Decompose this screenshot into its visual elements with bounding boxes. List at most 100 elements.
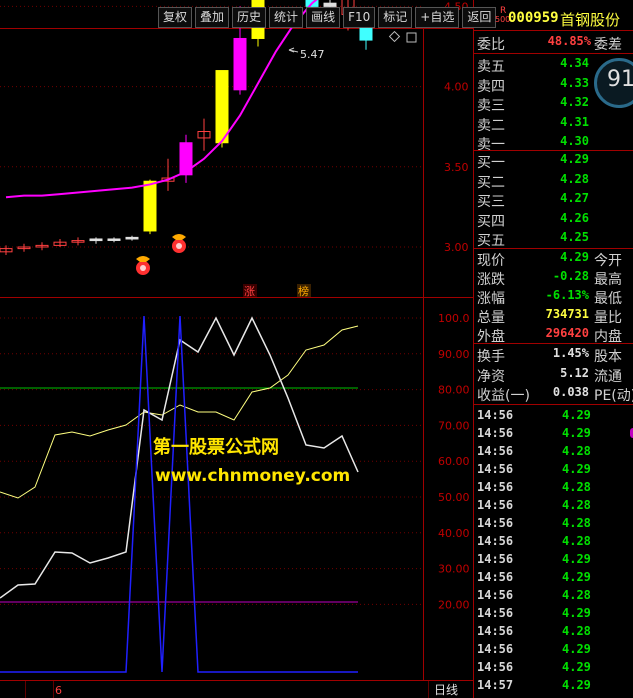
indicator-axis: 100.0 90.00 80.00 70.00 60.00 50.00 40.00 30.00…: [438, 312, 470, 611]
quote-panel: R 500 000959 首钢股份 委比 48.85% 委差 卖五 4.34 卖四 4…: [474, 0, 633, 698]
buy-level-row: 买一 4.29: [474, 152, 633, 171]
tick-price: 4.28: [562, 498, 591, 512]
indicator-tick-label: 40.00: [438, 527, 470, 540]
stat-row: 涨幅 -6.13% 最低: [474, 288, 633, 307]
sell-level-value: 4.32: [560, 95, 589, 109]
fuquan-button[interactable]: 复权: [158, 7, 193, 28]
buy-level-label: 买三: [477, 194, 505, 210]
stat2-label2: 股本: [594, 349, 622, 365]
tick-price: 4.29: [562, 408, 591, 422]
indicator-tick-label: 60.00: [438, 455, 470, 468]
sell-level-row: 卖二 4.31: [474, 115, 633, 134]
tick-price: 4.29: [562, 552, 591, 566]
buy-level-value: 4.29: [560, 152, 589, 166]
weibi-value: 48.85%: [547, 34, 591, 48]
draw-line-button[interactable]: 画线: [306, 7, 341, 28]
history-button[interactable]: 历史: [232, 7, 267, 28]
tick-price: 4.28: [562, 534, 591, 548]
add-watchlist-button[interactable]: +自选: [415, 7, 460, 28]
tick-time: 14:56: [477, 588, 514, 602]
sell-level-label: 卖五: [477, 59, 505, 75]
high-price-label: 5.47: [300, 48, 325, 61]
price-tick-label: 4.00: [444, 81, 469, 94]
sell-level-label: 卖一: [477, 137, 505, 153]
candle: [125, 235, 139, 241]
window-icon[interactable]: [406, 32, 417, 43]
tick-row: 14:56 4.28: [474, 588, 633, 606]
candle: [71, 237, 85, 246]
date-marker: 6: [55, 684, 62, 697]
tick-time: 14:56: [477, 426, 514, 440]
score-value: 91: [607, 67, 633, 92]
sell-level-label: 卖四: [477, 78, 505, 95]
watermark-url: www.chnmoney.com: [155, 466, 351, 486]
stat-label2: 最高: [594, 272, 622, 288]
tick-row: 14:56 4.28: [474, 516, 633, 534]
tick-time: 14:56: [477, 462, 514, 476]
candle: [53, 238, 67, 247]
candle: [161, 158, 175, 191]
overlay-button[interactable]: 叠加: [195, 7, 230, 28]
statistics-button[interactable]: 统计: [269, 7, 304, 28]
stat-row: 总量 734731 量比: [474, 307, 633, 326]
mark-button[interactable]: 标记: [378, 7, 413, 28]
stat-value: 734731: [545, 307, 589, 321]
signal-icon: [172, 234, 186, 253]
candle: [179, 134, 193, 183]
stat2-label: 净资: [477, 368, 505, 385]
tick-row: 14:56 4.28: [474, 624, 633, 642]
tick-row: 14:56 4.29: [474, 570, 633, 588]
indicator-tick-label: 20.00: [438, 598, 470, 611]
diamond-icon[interactable]: [388, 30, 401, 43]
price-tick-label: 3.50: [444, 161, 469, 174]
stat-label: 涨幅: [477, 291, 505, 307]
stock-header: R 500 000959 首钢股份: [474, 6, 633, 30]
candlestick-series: [0, 0, 373, 256]
tick-row: 14:56 4.29: [474, 606, 633, 624]
tick-time: 14:56: [477, 660, 514, 674]
tick-price: 4.28: [562, 480, 591, 494]
sell-level-value: 4.30: [560, 134, 589, 148]
tick-row: 14:56 4.29: [474, 426, 633, 444]
indicator-tick-label: 70.00: [438, 419, 470, 432]
stat-row: 外盘 296420 内盘: [474, 326, 633, 345]
stock-name[interactable]: 首钢股份: [560, 9, 620, 30]
signal-icon: [136, 256, 150, 275]
candle: [89, 237, 103, 244]
tick-row: 14:56 4.28: [474, 534, 633, 552]
stat-value: -0.28: [552, 269, 589, 283]
tick-time: 14:56: [477, 624, 514, 638]
tick-row: 14:56 4.29: [474, 642, 633, 660]
list-tag: 榜: [298, 284, 309, 298]
buy-level-value: 4.28: [560, 171, 589, 186]
tick-price: 4.28: [562, 444, 591, 458]
tick-price: 4.29: [562, 660, 591, 674]
stat2-value: 1.45%: [552, 346, 589, 360]
indicator-tick-label: 50.00: [438, 491, 470, 504]
tick-price: 4.29: [562, 678, 591, 692]
candle: [197, 118, 211, 151]
buy-level-row: 买五 4.25: [474, 230, 633, 249]
tick-time: 14:56: [477, 444, 514, 458]
tick-price: 4.29: [562, 570, 591, 584]
tick-price: 4.29: [562, 642, 591, 656]
price-axis: 5.505.004.504.003.503.00: [444, 0, 469, 254]
stat2-value: 5.12: [560, 365, 589, 380]
stat-value: -6.13%: [545, 288, 589, 302]
stat-label2: 量比: [594, 310, 622, 326]
toolbar: 复权 叠加 历史 统计 画线 F10 标记 +自选 返回: [158, 7, 499, 28]
stock-code[interactable]: 000959: [508, 10, 559, 26]
stat-label2: 最低: [594, 291, 622, 307]
tick-time: 14:56: [477, 606, 514, 620]
tick-price: 4.29: [562, 462, 591, 476]
buy-level-label: 买一: [477, 155, 505, 171]
candle: [35, 242, 49, 251]
tick-time: 14:56: [477, 534, 514, 548]
stat-row: 涨跌 -0.28 最高: [474, 269, 633, 288]
period-label[interactable]: 日线: [434, 683, 458, 697]
tick-time: 14:56: [477, 498, 514, 512]
limit-up-tag: 涨: [244, 285, 255, 298]
indicator-tick-label: 100.0: [438, 312, 470, 325]
f10-button[interactable]: F10: [343, 7, 376, 28]
stat2-row: 净资 5.12 流通: [474, 365, 633, 385]
